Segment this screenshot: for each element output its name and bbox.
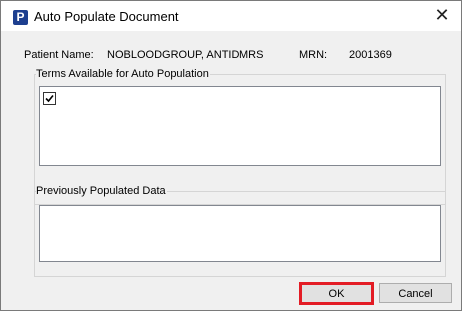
dialog-title: Auto Populate Document <box>34 9 179 24</box>
terms-group-label: Terms Available for Auto Population <box>36 68 210 81</box>
checkmark-icon <box>45 94 54 103</box>
cancel-button[interactable]: Cancel <box>379 283 452 303</box>
patient-title-value: MRS <box>239 49 264 61</box>
previous-data-group-label: Previously Populated Data <box>36 185 167 198</box>
auto-populate-dialog: P Auto Populate Document ✕ Patient Name:… <box>0 0 462 311</box>
patient-name-value: NOBLOODGROUP, ANTID <box>107 49 240 61</box>
ok-button-highlight <box>299 282 374 305</box>
close-button[interactable]: ✕ <box>425 3 459 29</box>
patient-name-label: Patient Name: <box>24 49 94 61</box>
previous-data-groupbox: Previously Populated Data <box>34 185 446 277</box>
title-bar[interactable]: P Auto Populate Document ✕ <box>1 1 461 31</box>
terms-list[interactable] <box>39 86 441 166</box>
term-checkbox[interactable] <box>43 92 56 105</box>
app-logo-icon: P <box>13 10 28 25</box>
dialog-body: Patient Name: NOBLOODGROUP, ANTID MRS MR… <box>1 31 461 310</box>
mrn-label: MRN: <box>299 49 328 61</box>
previous-data-list[interactable] <box>39 205 441 262</box>
mrn-value: 2001369 <box>349 49 392 61</box>
